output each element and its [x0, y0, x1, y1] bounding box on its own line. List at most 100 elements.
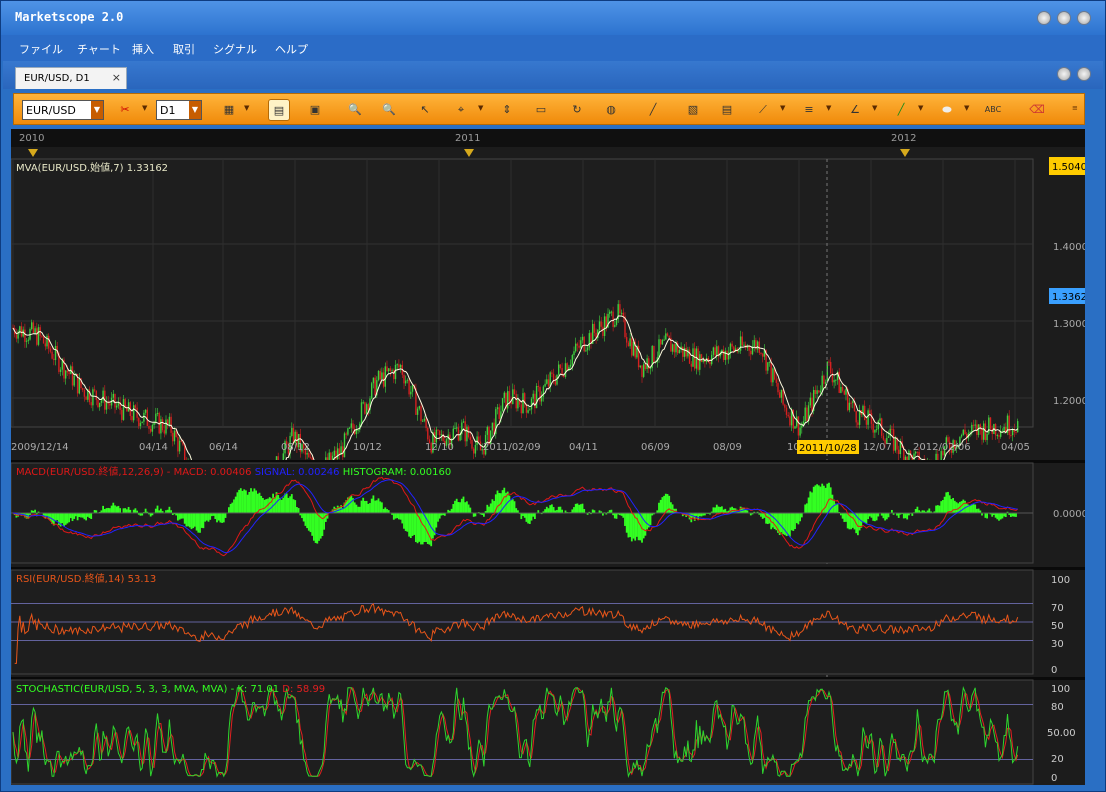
overview-icon[interactable]: ▣ [304, 99, 326, 121]
candle-body [539, 386, 541, 402]
eraser-icon[interactable]: ⌫ [1026, 99, 1048, 121]
candle-body [27, 339, 29, 341]
cursor-icon[interactable]: ↖ [414, 99, 436, 121]
histogram-bar [406, 513, 409, 532]
close-icon[interactable]: × [112, 71, 121, 84]
chevron-down-icon[interactable]: ▼ [244, 104, 249, 112]
candle-body [49, 348, 52, 352]
histogram-bar [263, 499, 266, 513]
candle-body [515, 394, 517, 409]
stochastic-d-value: D: 58.99 [282, 684, 325, 695]
chevron-down-icon[interactable]: ▼ [872, 104, 877, 112]
trendline-icon[interactable]: ∠ [844, 99, 866, 121]
chevron-down-icon[interactable]: ▼ [478, 104, 483, 112]
histogram-bar [700, 513, 703, 517]
scroll-icon[interactable]: ⇕ [496, 99, 518, 121]
histogram-bar [282, 497, 285, 513]
year-marker-icon[interactable] [900, 149, 910, 157]
histogram-bar [455, 498, 458, 513]
histogram-bar [935, 505, 937, 513]
year-marker-icon[interactable] [28, 149, 38, 157]
candle-body [731, 343, 733, 347]
candle-body [435, 429, 437, 443]
histogram-bar [797, 513, 800, 525]
candle-body [496, 407, 499, 410]
histogram-bar [323, 513, 325, 530]
year-marker-icon[interactable] [464, 149, 474, 157]
histogram-bar [807, 497, 810, 513]
tab-minimize-button[interactable] [1057, 67, 1071, 81]
candle-body [661, 340, 664, 345]
zoom-in-icon[interactable]: 🔍 [344, 99, 366, 121]
stochastic-panel[interactable] [11, 679, 1034, 785]
toolbar-overflow-icon[interactable]: ≡ [1072, 104, 1078, 112]
candle-body [109, 403, 111, 406]
histogram-bar [107, 507, 110, 513]
remove-indicator-icon[interactable]: ✂ [114, 99, 136, 121]
image-icon[interactable]: ▧ [682, 99, 704, 121]
histogram-bar [629, 513, 631, 538]
globe-icon[interactable]: ◍ [600, 99, 622, 121]
refresh-icon[interactable]: ↻ [566, 99, 588, 121]
minimize-button[interactable] [1037, 11, 1051, 25]
histogram-bar [1015, 513, 1017, 517]
chart-tab[interactable]: EUR/USD, D1 × [15, 67, 127, 89]
chevron-down-icon[interactable]: ▼ [918, 104, 923, 112]
candle-body [835, 379, 837, 381]
top-axis-label: 2011 [455, 133, 480, 144]
top-axis-label: 2010 [19, 133, 44, 144]
candle-style-icon[interactable]: ▦ [218, 99, 240, 121]
chart-area[interactable]: 2010 2011 2012 MVA(EUR/USD.始値,7) 1.33162… [11, 129, 1085, 785]
chevron-down-icon[interactable]: ▼ [780, 104, 785, 112]
chart-tab-label: EUR/USD, D1 [24, 73, 90, 84]
candle-body [408, 379, 410, 395]
histogram-bar [415, 513, 417, 543]
histogram-bar [262, 497, 264, 513]
histogram-bar [928, 508, 931, 513]
chevron-down-icon[interactable]: ▼ [826, 104, 831, 112]
candle-body [99, 402, 101, 408]
tab-close-button[interactable] [1077, 67, 1091, 81]
menu-help[interactable]: ヘルプ [275, 41, 308, 57]
histogram-bar [545, 506, 548, 513]
histogram-bar [571, 509, 574, 513]
chevron-down-icon[interactable]: ▼ [142, 104, 147, 112]
text-label-icon[interactable]: ABC [982, 99, 1004, 121]
candle-body [563, 375, 565, 377]
zoom-out-icon[interactable]: 🔍 [378, 99, 400, 121]
pen-icon[interactable]: ╱ [890, 99, 912, 121]
maximize-button[interactable] [1057, 11, 1071, 25]
menu-signal[interactable]: シグナル [213, 41, 257, 57]
histogram-bar [309, 513, 312, 533]
menu-insert[interactable]: 挿入 [132, 41, 154, 57]
crosshair-icon[interactable]: ⌖ [450, 99, 472, 121]
menu-trade[interactable]: 取引 [173, 41, 195, 57]
histogram-bar [790, 513, 793, 531]
candle-body [362, 402, 364, 404]
data-window-icon[interactable]: ▤ [268, 99, 290, 121]
ruler-icon[interactable]: ╱ [642, 99, 664, 121]
histogram-bar [821, 483, 824, 513]
candle-body [48, 335, 50, 349]
menu-file[interactable]: ファイル [19, 41, 63, 57]
timeframe-select[interactable]: D1 ▼ [156, 100, 202, 120]
close-window-button[interactable] [1077, 11, 1091, 25]
bookmark-icon[interactable]: ▭ [530, 99, 552, 121]
chevron-down-icon[interactable]: ▼ [964, 104, 969, 112]
histogram-bar [290, 494, 293, 513]
histogram-bar [110, 505, 113, 513]
menu-chart[interactable]: チャート [77, 41, 121, 57]
chart-canvas[interactable]: 2010 2011 2012 MVA(EUR/USD.始値,7) 1.33162… [11, 129, 1085, 785]
histogram-bar [940, 501, 943, 513]
candle-body [702, 359, 704, 362]
price-panel[interactable] [11, 158, 1034, 428]
fib-retracement-icon[interactable]: ≡ [798, 99, 820, 121]
histogram-bar [144, 508, 147, 513]
symbol-select[interactable]: EUR/USD ▼ [22, 100, 104, 120]
ellipse-icon[interactable]: ⬬ [936, 99, 958, 121]
candle-body [762, 353, 764, 357]
candle-body [983, 423, 985, 440]
histogram-bar [217, 513, 220, 521]
print-icon[interactable]: ▤ [716, 99, 738, 121]
fibonacci-icon[interactable]: ⟋ [752, 99, 774, 121]
